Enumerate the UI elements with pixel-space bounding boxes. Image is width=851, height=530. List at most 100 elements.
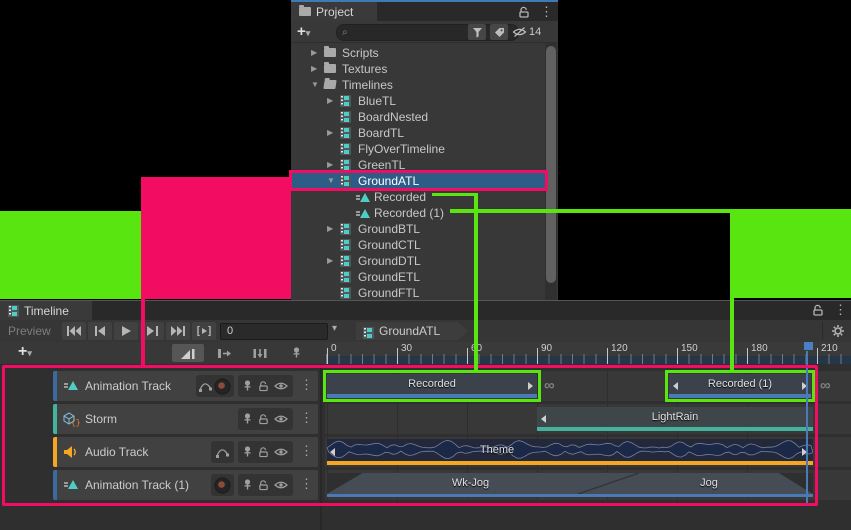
unlock-icon[interactable]: [812, 304, 824, 316]
plus-icon: +: [18, 343, 27, 360]
search-by-label-button[interactable]: [490, 24, 508, 40]
ruler-label: 210: [821, 343, 838, 354]
frame-field[interactable]: 0: [220, 323, 328, 340]
edit-mode-ripple-button[interactable]: [208, 344, 240, 362]
tree-item-recorded[interactable]: Recorded: [291, 189, 545, 205]
tree-item-scripts[interactable]: ▶Scripts: [291, 45, 545, 61]
foldout-closed-icon[interactable]: ▶: [327, 221, 333, 237]
eye-slash-icon: [512, 26, 527, 38]
tree-item-boardtl[interactable]: ▶BoardTL: [291, 125, 545, 141]
hidden-count: 14: [529, 26, 541, 38]
show-markers-button[interactable]: [283, 344, 309, 362]
timeline-tabbar: Timeline ⋮: [0, 301, 851, 320]
tree-item-flyovertimeline[interactable]: FlyOverTimeline: [291, 141, 545, 157]
timeline-asset-icon: [340, 111, 351, 123]
time-ruler[interactable]: 0306090120150180210: [325, 342, 851, 364]
breadcrumb-label: GroundATL: [379, 324, 440, 338]
tree-item-groundbtl[interactable]: ▶ GroundBTL: [291, 221, 545, 237]
green-block-left: [0, 211, 142, 299]
timeline-window: Timeline ⋮ Preview 0 ▾ GroundATL: [0, 300, 851, 529]
previous-frame-button[interactable]: [88, 322, 112, 340]
tree-item-groundetl[interactable]: GroundETL: [291, 269, 545, 285]
tree-item-groundctl[interactable]: GroundCTL: [291, 237, 545, 253]
add-asset-button[interactable]: +▾: [297, 23, 310, 40]
divider: [822, 322, 823, 340]
timeline-asset-icon: [340, 127, 351, 139]
timeline-toolbar-row: +▾ 0306090120150180210: [0, 342, 851, 365]
search-by-type-button[interactable]: [468, 24, 486, 40]
tree-item-label: GroundCTL: [358, 237, 421, 253]
ruler-label: 120: [611, 343, 628, 354]
foldout-closed-icon[interactable]: ▶: [311, 61, 317, 77]
edit-mode-mix-button[interactable]: [172, 344, 204, 362]
foldout-closed-icon[interactable]: ▶: [327, 93, 333, 109]
play-button[interactable]: [114, 322, 138, 340]
tree-item-label: Timelines: [342, 77, 393, 93]
unlock-icon[interactable]: [518, 6, 530, 18]
frame-field-dropdown-icon[interactable]: ▾: [332, 324, 337, 334]
preview-toggle[interactable]: Preview: [8, 324, 51, 338]
tree-item-boardnested[interactable]: BoardNested: [291, 109, 545, 125]
foldout-open-icon[interactable]: ▼: [311, 77, 319, 93]
timeline-asset-icon: [340, 239, 351, 251]
pink-highlight-groundatl: [289, 170, 548, 191]
ruler-label: 90: [541, 343, 552, 354]
timeline-asset-icon: [340, 255, 351, 267]
tree-item-grounddtl[interactable]: ▶ GroundDTL: [291, 253, 545, 269]
scrollbar-thumb[interactable]: [546, 46, 556, 283]
tree-item-label: GroundDTL: [358, 253, 421, 269]
tree-item-label: Recorded (1): [374, 205, 444, 221]
infinite-hold-icon: ∞: [820, 371, 831, 401]
tree-item-recorded-1-[interactable]: Recorded (1): [291, 205, 545, 221]
tree-item-groundftl[interactable]: GroundFTL: [291, 285, 545, 300]
tab-project[interactable]: Project: [291, 2, 377, 21]
edit-mode-replace-button[interactable]: [244, 344, 276, 362]
pink-highlight-tracks: [2, 365, 818, 506]
green-connector-recorded-v: [474, 193, 478, 370]
tree-item-timelines[interactable]: ▼ Timelines: [291, 77, 545, 93]
goto-start-button[interactable]: [62, 322, 86, 340]
project-window: Project ⋮ +▾ ⌕ 14 ▶Scripts▶Textures▼Time: [291, 0, 558, 300]
goto-end-button[interactable]: [166, 322, 190, 340]
ruler-label: 0: [331, 343, 337, 354]
kebab-menu-icon[interactable]: ⋮: [834, 303, 847, 316]
folder-icon: [324, 64, 336, 73]
tree-item-label: FlyOverTimeline: [358, 141, 445, 157]
tab-timeline[interactable]: Timeline: [0, 301, 92, 320]
folder-icon: [299, 7, 311, 16]
timeline-asset-icon: [340, 95, 351, 107]
tree-item-textures[interactable]: ▶Textures: [291, 61, 545, 77]
search-icon: ⌕: [342, 28, 348, 38]
marker-pin-icon: [292, 347, 301, 359]
foldout-closed-icon[interactable]: ▶: [327, 125, 333, 141]
foldout-closed-icon[interactable]: ▶: [311, 45, 317, 61]
timeline-end-marker[interactable]: [804, 342, 813, 350]
timeline-asset-icon: [363, 327, 374, 339]
tree-item-bluetl[interactable]: ▶BlueTL: [291, 93, 545, 109]
breadcrumb[interactable]: GroundATL: [356, 322, 468, 340]
timeline-asset-icon: [340, 287, 351, 299]
ruler-label: 30: [401, 343, 412, 354]
pink-block: [141, 177, 291, 299]
settings-button[interactable]: [827, 322, 848, 340]
tree-item-label: GroundETL: [358, 269, 420, 285]
tree-item-label: Recorded: [374, 189, 426, 205]
kebab-menu-icon[interactable]: ⋮: [540, 5, 553, 18]
timeline-tab-label: Timeline: [24, 304, 69, 318]
animation-clip-icon: [356, 209, 370, 219]
foldout-closed-icon[interactable]: ▶: [327, 253, 333, 269]
tree-item-label: GroundFTL: [358, 285, 419, 300]
add-track-button[interactable]: +▾: [18, 343, 32, 361]
tree-item-label: GroundBTL: [358, 221, 420, 237]
animation-clip-icon: [356, 193, 370, 203]
dropdown-icon: ▾: [306, 28, 311, 38]
green-connector-recorded1-v: [730, 209, 734, 370]
pink-connector-vertical: [141, 299, 145, 365]
timeline-asset-icon: [340, 223, 351, 235]
timeline-asset-icon: [340, 271, 351, 283]
hidden-count-button[interactable]: 14: [512, 24, 554, 40]
play-range-button[interactable]: [192, 322, 216, 340]
green-block-right: [734, 209, 851, 298]
project-toolbar: +▾ ⌕ 14: [291, 21, 558, 43]
ruler-label: 180: [751, 343, 768, 354]
